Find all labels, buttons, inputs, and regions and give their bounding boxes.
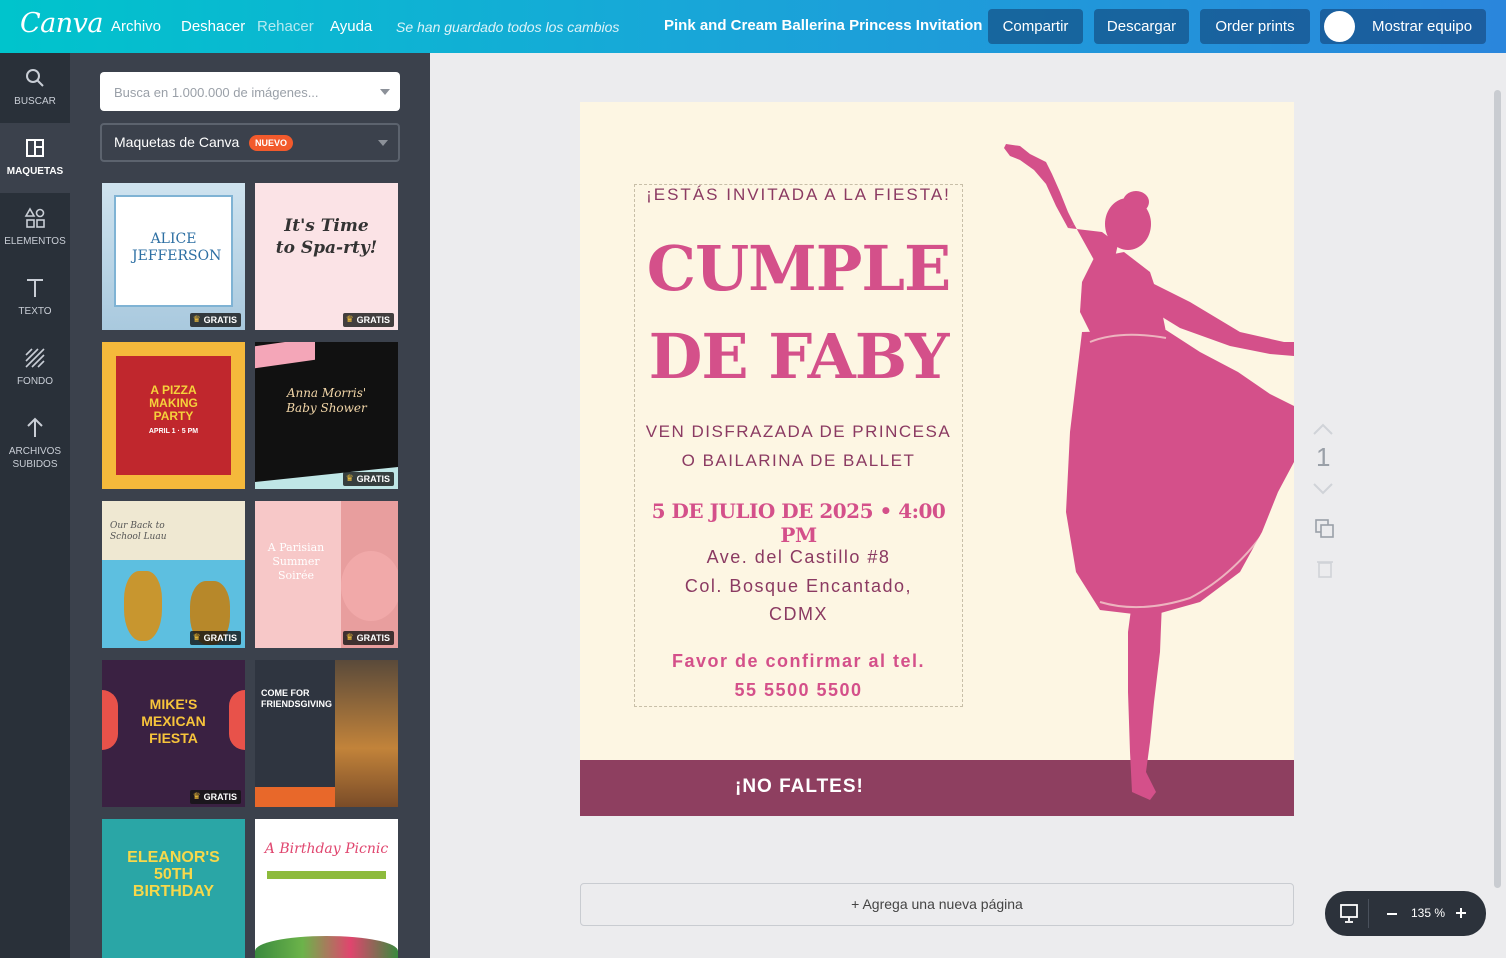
- show-team-button[interactable]: Mostrar equipo: [1320, 9, 1486, 44]
- document-title[interactable]: Pink and Cream Ballerina Princess Invita…: [664, 17, 982, 34]
- rail-label: ARCHIVOS SUBIDOS: [8, 446, 62, 470]
- save-status: Se han guardado todos los cambios: [396, 19, 620, 35]
- rail-label: MAQUETAS: [6, 166, 64, 177]
- invite-line[interactable]: ¡ESTÁS INVITADA A LA FIESTA!: [634, 185, 963, 205]
- menu-undo[interactable]: Deshacer: [181, 18, 245, 35]
- chevron-down-icon[interactable]: [1310, 482, 1336, 496]
- footer-text[interactable]: ¡NO FALTES!: [735, 776, 864, 798]
- template-thumbnail[interactable]: ALICE JEFFERSON GRATIS: [102, 183, 245, 330]
- template-thumbnail[interactable]: MIKE'S MEXICAN FIESTA GRATIS: [102, 660, 245, 807]
- free-badge: GRATIS: [342, 313, 394, 327]
- rail-item-background[interactable]: FONDO: [0, 333, 70, 403]
- layouts-icon: [26, 139, 44, 157]
- template-thumbnail[interactable]: It's Time to Spa-rty! GRATIS: [255, 183, 398, 330]
- template-thumbnail[interactable]: Our Back to School Luau GRATIS: [102, 501, 245, 648]
- rail-label: TEXTO: [18, 306, 52, 317]
- template-thumbnail[interactable]: A PIZZA MAKING PARTY APRIL 1 · 5 PM: [102, 342, 245, 489]
- zoom-level[interactable]: 135 %: [1411, 906, 1445, 920]
- template-title: Our Back to School Luau: [110, 521, 167, 542]
- template-thumbnail[interactable]: COME FOR FRIENDSGIVING: [255, 660, 398, 807]
- search-input[interactable]: [114, 81, 364, 103]
- upload-icon: [27, 417, 43, 437]
- download-button[interactable]: Descargar: [1094, 9, 1189, 44]
- search-icon: [26, 69, 44, 87]
- chevron-up-icon[interactable]: [1310, 422, 1336, 436]
- title-line-2[interactable]: DE FABY: [634, 320, 963, 393]
- zoom-in-icon[interactable]: [1455, 907, 1467, 919]
- duplicate-icon[interactable]: [1314, 518, 1336, 540]
- templates-panel: Maquetas de Canva NUEVO ALICE JEFFERSON …: [70, 53, 430, 958]
- text-icon: [27, 279, 43, 297]
- canvas-scrollbar[interactable]: [1494, 90, 1501, 888]
- address-line-3[interactable]: CDMX: [634, 604, 963, 625]
- order-prints-button[interactable]: Order prints: [1200, 9, 1310, 44]
- rail-item-layouts[interactable]: MAQUETAS: [0, 123, 70, 193]
- free-badge: GRATIS: [189, 631, 241, 645]
- rail-label: FONDO: [16, 376, 54, 387]
- shapes-icon: [24, 207, 45, 228]
- template-title: It's Time to Spa-rty!: [275, 216, 378, 258]
- share-button[interactable]: Compartir: [988, 9, 1083, 44]
- free-badge: GRATIS: [189, 313, 241, 327]
- new-badge: NUEVO: [249, 135, 294, 151]
- template-subtitle: APRIL 1 · 5 PM: [148, 428, 199, 435]
- chevron-down-icon: [378, 140, 388, 146]
- template-thumbnail[interactable]: A Birthday Picnic: [255, 819, 398, 958]
- dress-line-1[interactable]: VEN DISFRAZADA DE PRINCESA: [634, 422, 963, 442]
- template-title: ELEANOR'S 50TH BIRTHDAY: [127, 849, 220, 900]
- zoom-out-icon[interactable]: [1386, 909, 1398, 919]
- rail-item-uploads[interactable]: ARCHIVOS SUBIDOS: [0, 403, 70, 483]
- avatar: [1324, 11, 1355, 42]
- menu-redo[interactable]: Rehacer: [257, 18, 314, 35]
- left-rail: BUSCAR MAQUETAS ELEMENTOS TEXTO FONDO AR…: [0, 53, 70, 958]
- rail-item-text[interactable]: TEXTO: [0, 263, 70, 333]
- design-page[interactable]: ¡ESTÁS INVITADA A LA FIESTA! CUMPLE DE F…: [580, 102, 1294, 816]
- dropdown-label: Maquetas de Canva: [114, 134, 240, 150]
- present-icon[interactable]: [1339, 903, 1359, 923]
- canva-logo[interactable]: Canva: [20, 8, 104, 39]
- free-badge: GRATIS: [342, 472, 394, 486]
- menu-file[interactable]: Archivo: [111, 18, 161, 35]
- event-date[interactable]: 5 DE JULIO DE 2025 • 4:00 PM: [634, 499, 963, 547]
- template-title: COME FOR FRIENDSGIVING: [261, 688, 333, 709]
- page-number: 1: [1316, 442, 1331, 472]
- address-line-2[interactable]: Col. Bosque Encantado,: [634, 576, 963, 597]
- rail-label: BUSCAR: [14, 96, 56, 107]
- template-thumbnail[interactable]: Anna Morris' Baby Shower GRATIS: [255, 342, 398, 489]
- template-title: Anna Morris' Baby Shower: [286, 386, 367, 415]
- ballerina-silhouette[interactable]: [990, 132, 1294, 812]
- top-bar: Canva Archivo Deshacer Rehacer Ayuda Se …: [0, 0, 1506, 53]
- rail-item-elements[interactable]: ELEMENTOS: [0, 193, 70, 263]
- template-title: A PIZZA MAKING PARTY: [149, 383, 198, 423]
- add-page-button[interactable]: + Agrega una nueva página: [580, 883, 1294, 926]
- dress-line-2[interactable]: O BAILARINA DE BALLET: [634, 451, 963, 471]
- zoom-divider: [1368, 899, 1369, 928]
- template-source-dropdown[interactable]: Maquetas de Canva NUEVO: [100, 123, 400, 162]
- image-search[interactable]: [100, 72, 400, 111]
- rail-item-search[interactable]: BUSCAR: [0, 53, 70, 123]
- rsvp-phone[interactable]: 55 5500 5500: [634, 680, 963, 701]
- title-line-1[interactable]: CUMPLE: [634, 232, 963, 305]
- template-thumbnail[interactable]: A Parisian Summer Soirée GRATIS: [255, 501, 398, 648]
- background-icon: [25, 348, 45, 368]
- chevron-down-icon[interactable]: [380, 89, 390, 95]
- template-thumbnail[interactable]: ELEANOR'S 50TH BIRTHDAY: [102, 819, 245, 958]
- rsvp-line-1[interactable]: Favor de confirmar al tel.: [634, 651, 963, 672]
- template-title: A Birthday Picnic: [264, 841, 389, 857]
- trash-icon[interactable]: [1316, 558, 1334, 578]
- template-title: MIKE'S MEXICAN FIESTA: [141, 696, 206, 746]
- show-team-label: Mostrar equipo: [1372, 18, 1473, 35]
- menu-help[interactable]: Ayuda: [330, 18, 372, 35]
- free-badge: GRATIS: [342, 631, 394, 645]
- address-line-1[interactable]: Ave. del Castillo #8: [634, 547, 963, 568]
- free-badge: GRATIS: [189, 790, 241, 804]
- rail-label: ELEMENTOS: [4, 236, 66, 247]
- template-title: A Parisian Summer Soirée: [267, 541, 325, 582]
- zoom-control: 135 %: [1325, 891, 1486, 936]
- template-title: ALICE JEFFERSON: [132, 231, 222, 264]
